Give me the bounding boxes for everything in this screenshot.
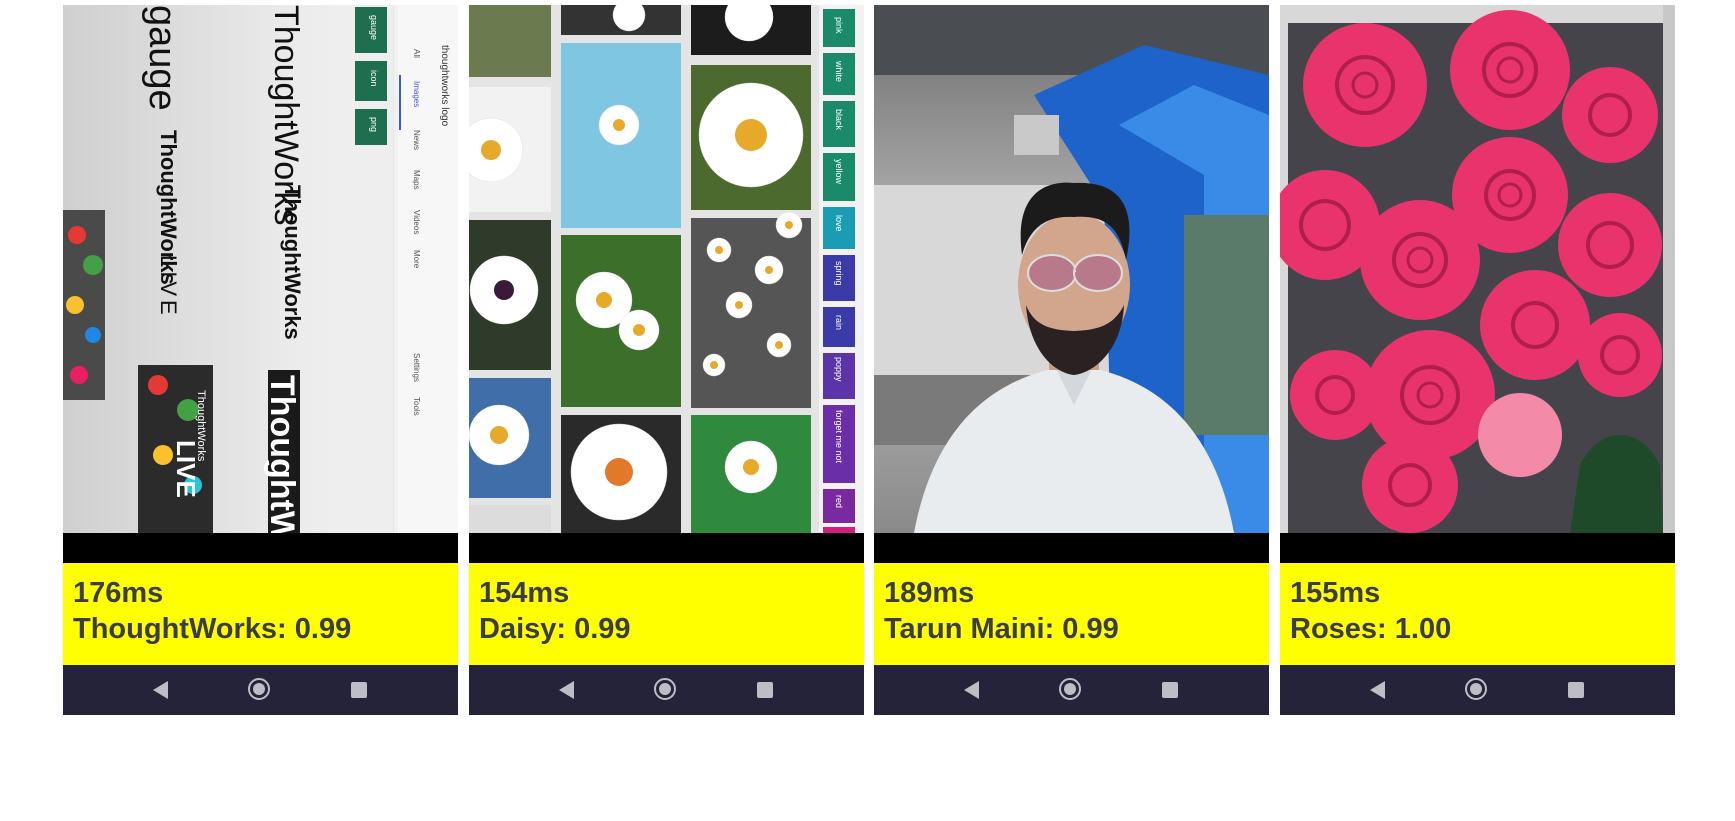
camera-preview-3 bbox=[874, 5, 1269, 533]
chip-yellow: yellow bbox=[834, 159, 844, 185]
search-tab-videos: Videos bbox=[412, 210, 421, 235]
classifier-panel-2: pink white black yellow love spring rain… bbox=[469, 5, 864, 715]
android-nav-bar bbox=[874, 665, 1269, 715]
inference-time: 154ms bbox=[479, 577, 570, 609]
chip-icon: icon bbox=[369, 70, 379, 87]
home-circle-icon[interactable] bbox=[654, 678, 676, 700]
prediction-label: Tarun Maini: 0.99 bbox=[884, 613, 1119, 645]
chip-poppy: poppy bbox=[834, 357, 844, 382]
camera-preview-1-scene bbox=[63, 5, 458, 533]
inference-time: 189ms bbox=[884, 577, 975, 609]
chip-black: black bbox=[834, 109, 844, 131]
classifier-panel-4: 155ms Roses: 1.00 bbox=[1280, 5, 1675, 715]
inference-time: 155ms bbox=[1290, 577, 1381, 609]
result-box: 189ms Tarun Maini: 0.99 bbox=[874, 563, 1269, 665]
home-circle-icon[interactable] bbox=[248, 678, 270, 700]
chip-white: white bbox=[834, 61, 844, 83]
search-tab-news: News bbox=[412, 130, 421, 151]
back-triangle-icon[interactable] bbox=[153, 681, 168, 699]
inference-time: 176ms bbox=[73, 577, 164, 609]
camera-preview-1: thoughtworks logo All Images News Maps V… bbox=[63, 5, 458, 533]
logo-thoughtworks-3: ThoughtWorks bbox=[280, 185, 305, 340]
prediction-label: ThoughtWorks: 0.99 bbox=[73, 613, 352, 645]
back-triangle-icon[interactable] bbox=[559, 681, 574, 699]
search-tab-more: More bbox=[412, 250, 421, 269]
android-nav-bar bbox=[1280, 665, 1675, 715]
chip-pink: pink bbox=[834, 17, 844, 34]
classifier-panel-3: 189ms Tarun Maini: 0.99 bbox=[874, 5, 1269, 715]
preview-bottom-bar bbox=[1280, 533, 1675, 563]
chip-spring: spring bbox=[834, 261, 844, 286]
result-box: 154ms Daisy: 0.99 bbox=[469, 563, 864, 665]
prediction-label: Roses: 1.00 bbox=[1290, 613, 1452, 645]
recents-square-icon[interactable] bbox=[1568, 682, 1584, 698]
camera-preview-3-scene bbox=[874, 5, 1269, 533]
home-circle-icon[interactable] bbox=[1059, 678, 1081, 700]
android-nav-bar bbox=[63, 665, 458, 715]
chip-rain: rain bbox=[834, 315, 844, 331]
logo-thoughtworks-5: ThoughtWo bbox=[263, 375, 301, 533]
recents-square-icon[interactable] bbox=[757, 682, 773, 698]
result-box: 176ms ThoughtWorks: 0.99 bbox=[63, 563, 458, 665]
chip-png: png bbox=[369, 117, 379, 133]
chip-forget-me-not: forget me not bbox=[834, 410, 844, 464]
logo-gauge: gauge bbox=[141, 5, 183, 111]
home-circle-icon[interactable] bbox=[1465, 678, 1487, 700]
back-triangle-icon[interactable] bbox=[1370, 681, 1385, 699]
back-triangle-icon[interactable] bbox=[964, 681, 979, 699]
chip-love: love bbox=[834, 215, 844, 232]
preview-bottom-bar bbox=[63, 533, 458, 563]
preview-bottom-bar bbox=[469, 533, 864, 563]
chip-red: red bbox=[834, 495, 844, 509]
camera-preview-4 bbox=[1280, 5, 1675, 533]
classifier-panel-1: thoughtworks logo All Images News Maps V… bbox=[63, 5, 458, 715]
result-box: 155ms Roses: 1.00 bbox=[1280, 563, 1675, 665]
camera-preview-4-scene bbox=[1280, 5, 1675, 533]
preview-bottom-bar bbox=[874, 533, 1269, 563]
search-tab-maps: Maps bbox=[412, 170, 421, 190]
camera-preview-2: pink white black yellow love spring rain… bbox=[469, 5, 864, 533]
recents-square-icon[interactable] bbox=[1162, 682, 1178, 698]
logo-live-1: LIVE bbox=[156, 255, 181, 319]
recents-square-icon[interactable] bbox=[351, 682, 367, 698]
search-query-text: thoughtworks logo bbox=[439, 45, 450, 127]
search-settings-link: Settings bbox=[412, 353, 421, 382]
search-tab-images: Images bbox=[412, 81, 421, 108]
search-tab-all: All bbox=[412, 49, 421, 58]
prediction-label: Daisy: 0.99 bbox=[479, 613, 631, 645]
camera-preview-2-scene bbox=[469, 5, 864, 533]
search-tools-link: Tools bbox=[412, 397, 421, 416]
android-nav-bar bbox=[469, 665, 864, 715]
chip-gauge: gauge bbox=[369, 15, 379, 41]
logo-live-2: LIVE bbox=[171, 440, 201, 498]
